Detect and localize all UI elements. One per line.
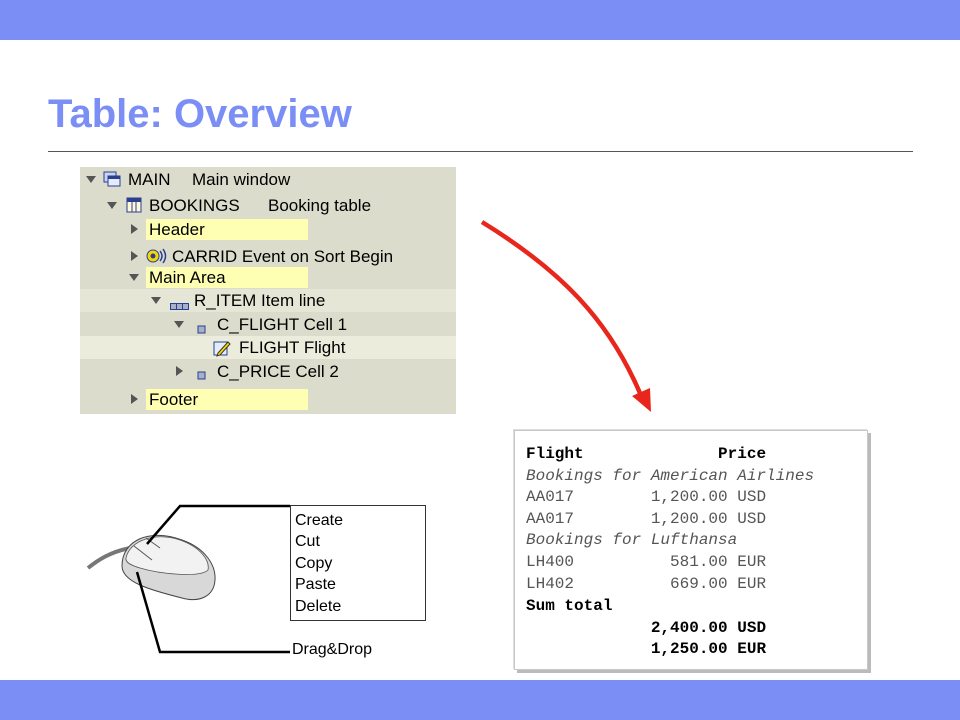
report-header: Flight Price	[526, 445, 767, 463]
menu-item-copy[interactable]: Copy	[295, 553, 332, 574]
report-row: LH400 581.00 EUR	[526, 553, 767, 571]
context-menu: Create Cut Copy Paste Delete	[290, 505, 426, 621]
report-row: AA017 1,200.00 USD	[526, 510, 767, 528]
menu-item-paste[interactable]: Paste	[295, 574, 336, 595]
report-group-heading: Bookings for Lufthansa	[526, 531, 738, 549]
report-output: Flight Price Bookings for American Airli…	[514, 430, 868, 670]
menu-item-cut[interactable]: Cut	[295, 531, 320, 552]
menu-item-create[interactable]: Create	[295, 510, 343, 531]
report-row: AA017 1,200.00 USD	[526, 488, 767, 506]
mouse-icon	[86, 534, 216, 601]
red-arrow-icon	[480, 220, 651, 412]
report-sum-row: 2,400.00 USD	[526, 619, 767, 637]
report-sum-row: 1,250.00 EUR	[526, 640, 767, 658]
report-row: LH402 669.00 EUR	[526, 575, 767, 593]
report-sum-label: Sum total	[526, 597, 613, 615]
drag-drop-label: Drag&Drop	[292, 641, 373, 658]
menu-item-delete[interactable]: Delete	[295, 596, 341, 617]
report-group-heading: Bookings for American Airlines	[526, 467, 815, 485]
